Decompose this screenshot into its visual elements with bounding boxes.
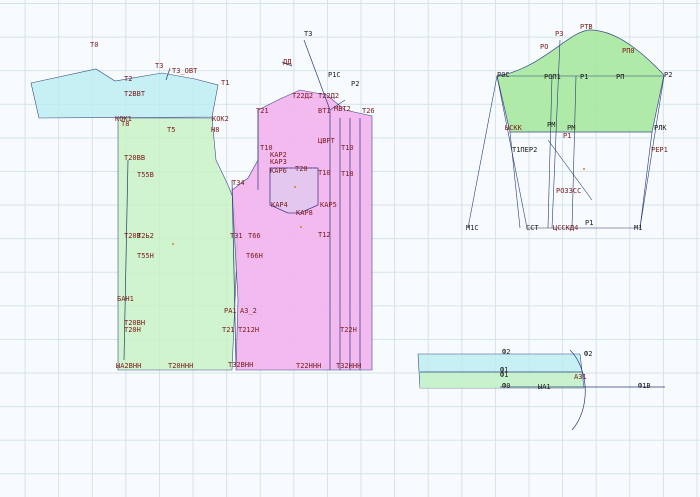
- sleeve-cap-panel[interactable]: [496, 29, 665, 133]
- point-label: РЕР1: [651, 146, 668, 154]
- point-label: Ф1В: [638, 382, 651, 390]
- point-label: КАР3: [270, 158, 287, 166]
- construction-point: [172, 243, 174, 245]
- point-label: РО: [540, 43, 549, 51]
- point-label: КАР4: [271, 201, 288, 209]
- point-label: Т1ПЕР2: [512, 146, 538, 154]
- pattern-canvas[interactable]: Т0 Т3 Т3_ОВТ Т2 Т2ВВТ Т1 КОК1 Т5 Т8 КОК2…: [0, 0, 700, 497]
- point-label: РМ: [567, 124, 576, 132]
- point-label: ЫСКК: [505, 124, 522, 132]
- point-label: Т34: [232, 179, 245, 187]
- point-label: Т32ВНН: [228, 361, 254, 369]
- point-label: Т3_ОВТ: [172, 67, 198, 75]
- point-label: ЫА1: [538, 383, 551, 391]
- point-label: Т66Н: [246, 252, 263, 260]
- point-label: Т20ВВ: [124, 154, 146, 162]
- point-label: Т212Н: [238, 326, 260, 334]
- point-label: РОЗ3СС: [556, 187, 582, 195]
- point-label: Ф0: [502, 382, 511, 390]
- point-label: Т22ННН: [296, 362, 322, 370]
- construction-point: [294, 186, 296, 188]
- point-label: Т12: [318, 231, 331, 239]
- point-label: Р1: [585, 219, 594, 227]
- point-label: Т8: [121, 120, 130, 128]
- point-label: Т21: [222, 326, 235, 334]
- point-label: ЦВРТ: [318, 137, 335, 145]
- point-label: МВТ2: [334, 105, 351, 113]
- point-label: ДД: [283, 58, 292, 66]
- point-label: Т26: [362, 107, 375, 115]
- point-label: Т3: [304, 30, 313, 38]
- point-label: РОП1: [544, 73, 561, 81]
- pattern-drawing[interactable]: [0, 0, 700, 497]
- construction-point: [300, 226, 302, 228]
- point-label: Т2Ь2: [137, 232, 154, 240]
- point-label: ЦССКД4: [553, 224, 579, 232]
- point-label: БАН1: [117, 295, 134, 303]
- point-label: М1С: [466, 224, 479, 232]
- point-label: ССТ: [526, 224, 539, 232]
- point-label: КАР8: [296, 209, 313, 217]
- point-label: Н8: [211, 126, 220, 134]
- point-label: Т66: [248, 232, 261, 240]
- point-label: РЛК: [654, 124, 667, 132]
- point-label: Т10: [318, 169, 331, 177]
- point-label: Т55В: [137, 171, 154, 179]
- point-label: КОК2: [212, 115, 229, 123]
- point-label: РП: [616, 73, 625, 81]
- point-label: Т1: [221, 79, 230, 87]
- point-label: Т3: [155, 62, 164, 70]
- point-label: Ф2: [502, 348, 511, 356]
- point-label: КАР6: [270, 167, 287, 175]
- point-label: КАР5: [320, 201, 337, 209]
- point-label: ЫА2ВНН: [116, 362, 142, 370]
- point-label: Т22Н: [340, 326, 357, 334]
- point-label: Р1: [563, 132, 572, 140]
- point-label: Т18: [341, 170, 354, 178]
- point-label: РА1: [224, 307, 237, 315]
- point-label: Т22Д2: [292, 92, 314, 100]
- point-label: А31: [574, 373, 587, 381]
- point-label: Р1С: [328, 71, 341, 79]
- point-label: Т2ВВТ: [124, 90, 146, 98]
- point-label: Т32ННН: [336, 362, 362, 370]
- point-label: Р2: [664, 71, 673, 79]
- point-label: Ф1: [500, 371, 509, 379]
- point-label: РП0: [622, 47, 635, 55]
- point-label: Т2: [124, 75, 133, 83]
- point-label: Ф2: [584, 350, 593, 358]
- point-label: Р2: [351, 80, 360, 88]
- point-label: РТВ: [580, 23, 593, 31]
- point-label: Т21: [256, 107, 269, 115]
- point-label: Р3: [555, 30, 564, 38]
- point-label: Т5: [167, 126, 176, 134]
- point-label: Т55Н: [137, 252, 154, 260]
- point-label: Т10: [341, 144, 354, 152]
- point-label: РМ: [547, 121, 556, 129]
- point-label: Т31: [230, 232, 243, 240]
- point-label: Т20Н: [124, 326, 141, 334]
- point-label: Р0С: [497, 71, 510, 79]
- point-label: Т22Д2: [318, 92, 340, 100]
- point-label: АЗ_2: [240, 307, 257, 315]
- point-label: Т20ННН: [168, 362, 194, 370]
- point-label: Р1: [580, 73, 589, 81]
- point-label: Т20: [295, 165, 308, 173]
- construction-point: [583, 168, 585, 170]
- point-label: М1: [634, 224, 643, 232]
- point-label: Т0: [90, 41, 99, 49]
- point-label: ВТ1: [318, 107, 331, 115]
